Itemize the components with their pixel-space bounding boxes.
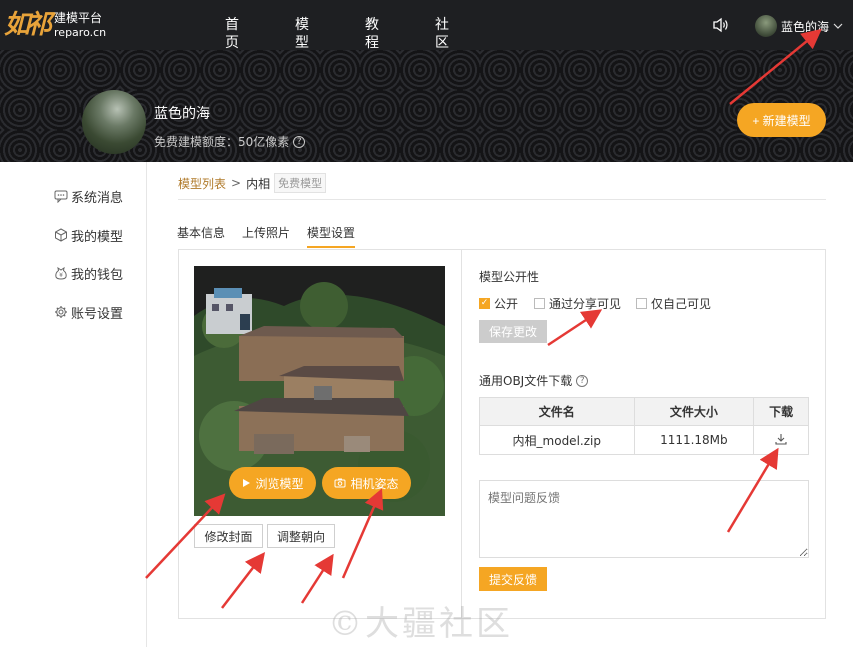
brand-logo[interactable]: 如祁 建模平台 reparo.cn: [4, 10, 106, 40]
visibility-option-label: 仅自己可见: [651, 297, 712, 311]
checkbox-icon: [636, 298, 647, 309]
download-icon[interactable]: [775, 433, 787, 445]
avatar: [755, 15, 777, 37]
sidebar-item-account-settings[interactable]: 账号设置: [54, 303, 124, 322]
file-name-cell: 内相_model.zip: [479, 425, 635, 455]
chevron-down-icon: [833, 23, 843, 29]
visibility-option-public[interactable]: ✓ 公开: [479, 295, 518, 312]
breadcrumb-current: 内相: [246, 176, 271, 191]
wallet-icon: ¥: [55, 266, 67, 280]
profile-banner: 蓝色的海 免费建模额度：50亿像素 ? + 新建模型: [0, 50, 853, 162]
top-navbar: 如祁 建模平台 reparo.cn 首页 模型 教程 社区 蓝色的海: [0, 0, 853, 52]
nav-item-tutorials[interactable]: 教程: [365, 16, 379, 52]
tab-basic-info[interactable]: 基本信息: [177, 224, 225, 241]
download-section-title: 通用OBJ文件下载 ?: [479, 372, 589, 389]
profile-avatar: [82, 90, 146, 154]
free-model-badge: 免费模型: [274, 173, 327, 193]
logo-mark: 如祁: [4, 10, 52, 40]
divider: [178, 199, 826, 200]
brand-domain: reparo.cn: [54, 26, 107, 39]
sidebar-item-wallet[interactable]: ¥ 我的钱包: [54, 264, 124, 283]
cube-icon: [55, 228, 67, 242]
quota-info: 免费建模额度：50亿像素 ?: [154, 133, 306, 150]
camera-pose-label: 相机姿态: [350, 476, 399, 491]
sidebar-item-messages[interactable]: 系统消息: [54, 187, 124, 206]
breadcrumb-model-list[interactable]: 模型列表: [178, 175, 226, 192]
nav-item-home[interactable]: 首页: [225, 16, 239, 52]
checkbox-checked-icon: ✓: [479, 298, 490, 309]
profile-name: 蓝色的海: [154, 106, 210, 122]
nav-item-community[interactable]: 社区: [435, 16, 449, 52]
play-icon: [243, 479, 251, 487]
camera-icon: [334, 478, 346, 488]
message-icon: [54, 190, 68, 203]
download-cell: [753, 425, 809, 455]
sidebar-item-label: 我的模型: [71, 229, 124, 245]
download-table: 文件名 文件大小 下载 内相_model.zip 1111.18Mb: [479, 397, 809, 455]
nav-item-models[interactable]: 模型: [295, 16, 309, 52]
feedback-input[interactable]: [479, 480, 809, 558]
gear-icon: [55, 306, 67, 318]
visibility-option-label: 通过分享可见: [549, 297, 622, 311]
browse-model-label: 浏览模型: [255, 476, 304, 491]
breadcrumb-separator: >: [231, 176, 242, 190]
edit-cover-button[interactable]: 修改封面: [194, 524, 263, 548]
help-icon[interactable]: ?: [576, 374, 589, 387]
speaker-icon[interactable]: [712, 17, 730, 33]
tab-upload-photos[interactable]: 上传照片: [242, 224, 290, 241]
user-menu[interactable]: 蓝色的海: [755, 14, 843, 38]
table-row: 内相_model.zip 1111.18Mb: [479, 425, 809, 455]
sidebar-item-label: 系统消息: [71, 190, 124, 206]
save-changes-button[interactable]: 保存更改: [479, 320, 547, 343]
svg-text:¥: ¥: [59, 272, 63, 279]
user-name: 蓝色的海: [781, 19, 830, 34]
sidebar: 系统消息 我的模型 ¥ 我的钱包 账号设置: [0, 162, 147, 647]
quota-text: 免费建模额度：50亿像素: [154, 135, 290, 149]
submit-feedback-button[interactable]: 提交反馈: [479, 567, 547, 591]
visibility-option-label: 公开: [494, 297, 519, 311]
brand-title: 建模平台: [54, 11, 103, 25]
divider: [461, 250, 462, 618]
tab-model-settings[interactable]: 模型设置: [307, 224, 356, 248]
visibility-option-share[interactable]: 通过分享可见: [534, 295, 621, 312]
table-header-row: 文件名 文件大小 下载: [479, 397, 809, 426]
help-icon[interactable]: ?: [293, 135, 306, 148]
file-size-cell: 1111.18Mb: [633, 425, 755, 455]
sidebar-item-my-models[interactable]: 我的模型: [54, 226, 124, 245]
sidebar-item-label: 我的钱包: [71, 267, 124, 283]
camera-pose-button[interactable]: 相机姿态: [322, 467, 411, 499]
column-header-download: 下载: [753, 397, 809, 426]
visibility-title: 模型公开性: [479, 270, 540, 284]
sidebar-item-label: 账号设置: [71, 306, 124, 322]
new-model-button[interactable]: + 新建模型: [737, 103, 826, 137]
visibility-option-private[interactable]: 仅自己可见: [636, 295, 711, 312]
watermark: ©大疆社区: [328, 604, 513, 644]
column-header-filename: 文件名: [479, 397, 635, 426]
browse-model-button[interactable]: 浏览模型: [229, 467, 316, 499]
checkbox-icon: [534, 298, 545, 309]
breadcrumb: 模型列表 > 内相 免费模型: [178, 173, 327, 193]
adjust-orientation-button[interactable]: 调整朝向: [267, 524, 335, 548]
download-title: 通用OBJ文件下载: [479, 374, 573, 388]
column-header-filesize: 文件大小: [633, 397, 755, 426]
